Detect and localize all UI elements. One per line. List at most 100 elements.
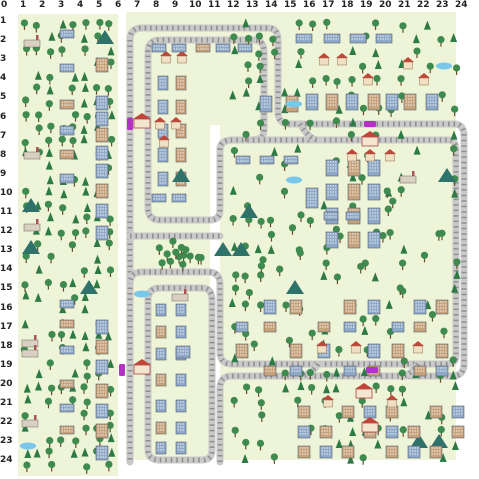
apartment-icon	[323, 211, 339, 221]
apartment-icon	[175, 303, 187, 317]
apartment-icon	[175, 75, 187, 91]
apartment-icon	[95, 95, 109, 111]
apartment-icon	[345, 93, 359, 111]
apartment-icon	[385, 405, 399, 419]
apartment-icon	[157, 171, 169, 187]
game-board: 0 1 2 3 4 5 6 7 8 9 10 11 12 13 14 15 16 17 18 19 20 21 22 23 24…	[0, 0, 479, 479]
apartment-icon	[343, 365, 357, 377]
apartment-icon	[175, 399, 187, 413]
apartment-icon	[367, 299, 381, 315]
apartment-icon	[95, 423, 109, 439]
apartment-icon	[367, 159, 381, 177]
apartment-icon	[347, 183, 361, 201]
pond-icon	[20, 442, 36, 450]
apartment-icon	[95, 225, 109, 241]
apartment-icon	[59, 173, 75, 184]
train-icon	[119, 364, 125, 376]
apartment-icon	[367, 207, 381, 225]
apartment-icon	[95, 445, 109, 461]
apartment-icon	[151, 193, 167, 203]
pond-icon	[436, 62, 452, 70]
apartment-icon	[95, 145, 109, 161]
apartment-icon	[295, 33, 313, 44]
apartment-icon	[367, 93, 381, 111]
apartment-icon	[425, 93, 439, 111]
apartment-icon	[95, 383, 109, 399]
apartment-icon	[341, 405, 355, 419]
apartment-icon	[297, 405, 311, 419]
apartment-icon	[451, 405, 465, 419]
apartment-icon	[435, 299, 449, 315]
apartment-icon	[95, 57, 109, 73]
apartment-icon	[95, 319, 109, 335]
apartment-icon	[155, 303, 167, 317]
pond-icon	[134, 290, 150, 298]
apartment-icon	[435, 343, 449, 359]
apartment-icon	[155, 373, 167, 387]
tree-icon	[359, 454, 367, 465]
apartment-icon	[155, 325, 167, 339]
apartment-icon	[59, 63, 75, 73]
apartment-icon	[367, 183, 381, 201]
apartment-icon	[323, 33, 341, 44]
apartment-icon	[59, 319, 75, 329]
apartment-icon	[151, 43, 167, 53]
apartment-icon	[385, 425, 399, 439]
apartment-icon	[157, 75, 169, 91]
apartment-icon	[263, 321, 277, 333]
apartment-icon	[289, 365, 303, 377]
apartment-icon	[175, 345, 191, 359]
apartment-icon	[385, 445, 399, 459]
apartment-icon	[325, 159, 339, 177]
apartment-icon	[155, 347, 167, 361]
apartment-icon	[175, 325, 187, 339]
apartment-icon	[347, 231, 361, 249]
apartment-icon	[235, 321, 249, 333]
apartment-icon	[59, 125, 75, 136]
apartment-icon	[155, 421, 167, 435]
apartment-icon	[195, 43, 211, 53]
apartment-icon	[325, 231, 339, 249]
apartment-icon	[95, 403, 109, 419]
apartment-icon	[175, 441, 187, 455]
apartment-icon	[289, 343, 303, 359]
apartment-icon	[259, 155, 275, 165]
apartment-icon	[235, 343, 249, 359]
apartment-icon	[155, 441, 167, 455]
apartment-icon	[263, 365, 277, 377]
apartment-icon	[297, 425, 311, 439]
apartment-icon	[95, 339, 109, 355]
tree-icon	[270, 453, 278, 464]
apartment-icon	[391, 321, 405, 333]
train-icon	[366, 367, 378, 373]
apartment-icon	[263, 299, 277, 315]
apartment-icon	[451, 425, 465, 439]
apartment-icon	[319, 425, 333, 439]
apartment-icon	[289, 299, 303, 315]
apartment-icon	[407, 445, 421, 459]
apartment-icon	[319, 445, 333, 459]
apartment-icon	[363, 405, 377, 419]
apartment-icon	[175, 99, 187, 115]
apartment-icon	[59, 403, 75, 413]
apartment-icon	[59, 149, 75, 160]
apartment-icon	[413, 321, 427, 333]
apartment-icon	[259, 95, 273, 113]
apartment-icon	[407, 425, 421, 439]
apartment-icon	[325, 183, 339, 201]
apartment-icon	[157, 99, 169, 115]
apartment-icon	[403, 93, 417, 111]
apartment-icon	[367, 343, 381, 359]
apartment-icon	[345, 211, 361, 221]
apartment-icon	[59, 379, 75, 389]
apartment-icon	[235, 155, 251, 165]
apartment-icon	[215, 43, 231, 53]
train-icon	[127, 118, 133, 130]
pond-icon	[286, 176, 302, 184]
apartment-icon	[385, 93, 399, 111]
apartment-icon	[59, 99, 75, 110]
apartment-icon	[367, 231, 381, 249]
apartment-icon	[429, 405, 443, 419]
apartment-icon	[95, 359, 109, 375]
apartment-icon	[95, 163, 109, 179]
